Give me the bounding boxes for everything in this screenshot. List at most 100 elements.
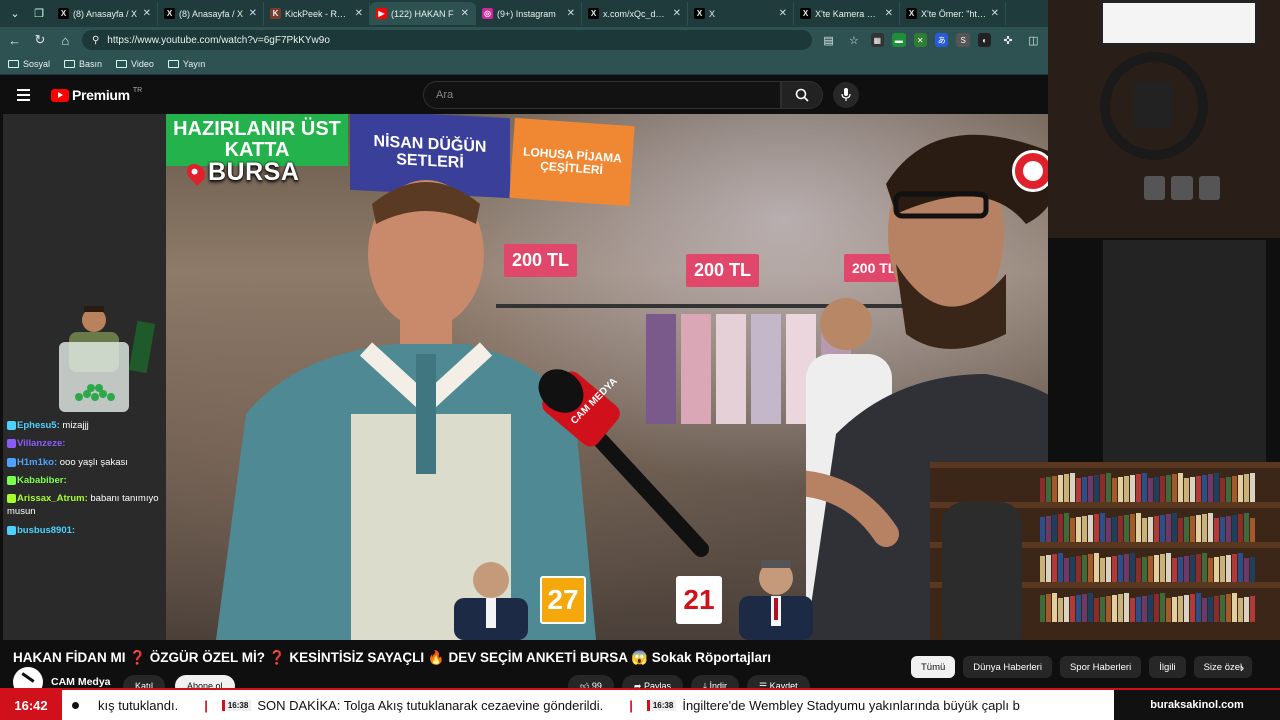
ticker-separator: | <box>629 697 633 713</box>
ticker-item-text: İngiltere'de Wembley Stadyumu yakınların… <box>682 697 1020 713</box>
location-text: BURSA <box>208 158 300 186</box>
browser-tab[interactable]: X X ✕ <box>688 2 794 25</box>
folder-icon <box>167 59 179 68</box>
extension-icon[interactable]: ✕ <box>913 33 927 47</box>
chevron-right-icon[interactable]: › <box>1231 656 1253 678</box>
browser-tab[interactable]: ◎ (9+) Instagram ✕ <box>476 2 582 25</box>
video-info: HAKAN FİDAN MI ❓ ÖZGÜR ÖZEL Mİ? ❓ KESİNT… <box>3 640 1280 697</box>
chat-badge-icon <box>7 439 16 449</box>
tab-menu-icon[interactable]: ⌄ <box>4 4 26 24</box>
menu-icon[interactable] <box>3 76 43 114</box>
ticker-item-text: kış tutuklandı. <box>98 697 179 713</box>
chat-message: H1m1ko: ooo yaşlı şakası <box>7 456 167 469</box>
bookmark-folder[interactable]: Yayın <box>167 59 205 69</box>
close-icon[interactable]: ✕ <box>143 8 151 19</box>
pedals <box>1144 176 1220 200</box>
folder-icon <box>8 59 19 68</box>
extension-icon[interactable]: ▬ <box>892 33 906 47</box>
chat-message: busbus8901: <box>7 524 167 537</box>
chat-message: Arissax_Atrum: babanı tanımıyo musun <box>7 492 167 519</box>
reader-icon[interactable]: ▤ <box>820 31 837 49</box>
chat-username[interactable]: Ephesu5: <box>17 420 60 431</box>
monitor <box>1100 0 1258 46</box>
browser-tab[interactable]: X (8) Anasayfa / X ✕ <box>158 2 264 25</box>
extension-icon[interactable]: S <box>956 33 970 47</box>
filter-chip[interactable]: Tümü <box>911 656 956 678</box>
bookmark-folder[interactable]: Basın <box>64 59 102 69</box>
browser-tab[interactable]: K KickPeek - Real-time ✕ <box>264 2 370 25</box>
workspaces-icon[interactable]: ❐ <box>28 4 50 24</box>
browser-tab[interactable]: X X'te Ömer: "https:// ✕ <box>900 2 1006 25</box>
folder-icon <box>116 59 128 68</box>
browser-tab[interactable]: X (8) Anasayfa / X ✕ <box>52 2 158 25</box>
candidate-left-portrait <box>454 562 528 640</box>
chat-badge-icon <box>7 525 16 535</box>
streamer-avatar <box>59 306 156 412</box>
chat-badge-icon <box>7 494 16 504</box>
close-icon[interactable]: ✕ <box>991 8 999 19</box>
browser-tab[interactable]: ▶ (122) HAKAN F ✕ <box>370 2 476 25</box>
video-player[interactable]: HAZIRLANIR ÜST KATTA NİSAN DÜĞÜN SETLERİ… <box>166 114 1048 640</box>
url-field[interactable]: ⚲ https://www.youtube.com/watch?v=6gF7Pk… <box>81 30 812 50</box>
extension-icon[interactable]: ▦ <box>870 33 885 47</box>
close-icon[interactable]: ✕ <box>461 8 469 19</box>
channel-name[interactable]: CAM Medya <box>51 676 111 688</box>
favorite-star-icon[interactable]: ☆ <box>845 31 862 49</box>
extension-icon[interactable]: ◐ <box>977 33 992 47</box>
search-placeholder: Ara <box>436 89 454 101</box>
related-filter-chips: Tümü Dünya Haberleri Spor Haberleri İlgili S… <box>911 656 1253 678</box>
filter-chip[interactable]: Spor Haberleri <box>1059 656 1142 678</box>
chat-username[interactable]: Villanzeze: <box>17 438 65 449</box>
site-info-icon[interactable]: ⚲ <box>92 35 99 46</box>
reload-icon[interactable]: ↻ <box>31 31 48 49</box>
channel-watermark-logo <box>1012 150 1048 192</box>
extensions-puzzle-icon[interactable]: ✜ <box>999 31 1016 49</box>
screen: ⌄ ❐ X (8) Anasayfa / X ✕ X (8) Anasayfa / X ✕… <box>0 0 1280 720</box>
room-webcam <box>930 462 1280 640</box>
favicon-icon: X <box>58 8 69 19</box>
close-icon[interactable]: ✕ <box>885 8 893 19</box>
news-ticker: 16:42 kış tutuklandı. | 16:38 SON DAKİKA: T… <box>0 688 1280 720</box>
chat-username[interactable]: busbus8901: <box>17 525 75 536</box>
filter-chip[interactable]: İlgili <box>1149 656 1186 678</box>
youtube-play-icon <box>51 88 69 102</box>
search-input[interactable]: Ara <box>423 81 781 109</box>
ticker-clock: 16:42 <box>0 690 62 720</box>
bookmark-folder[interactable]: Video <box>116 59 154 69</box>
address-bar-row: ← ↻ ⌂ ⚲ https://www.youtube.com/watch?v=… <box>0 27 1048 53</box>
extension-icon[interactable]: あ <box>934 33 949 47</box>
bookmark-folder[interactable]: Sosyal <box>8 59 50 69</box>
chat-panel: Ephesu5: mizajjj Villanzeze: H1m1ko: ooo … <box>7 419 167 542</box>
folder-icon <box>64 59 76 68</box>
bookmarks-bar: Sosyal Basın Video Yayın <box>0 53 1048 75</box>
mic-icon <box>841 88 851 101</box>
chat-message: Villanzeze: <box>7 437 167 450</box>
ticker-dot-icon <box>62 690 88 720</box>
search-icon <box>795 88 809 102</box>
browser-tab[interactable]: Xx.com/xQc_dailyy/st ✕ <box>582 2 688 25</box>
price-tag: 200 TL <box>686 254 760 287</box>
browser-tab[interactable]: X X'te Kamera Kaydı: (✕ <box>794 2 900 25</box>
chat-username[interactable]: H1m1ko: <box>17 457 57 468</box>
chat-username[interactable]: Arissax_Atrum: <box>17 493 88 504</box>
back-icon[interactable]: ← <box>6 31 23 49</box>
chat-username[interactable]: Kababiber: <box>17 475 67 486</box>
close-icon[interactable]: ✕ <box>355 8 363 19</box>
filter-chip[interactable]: Dünya Haberleri <box>963 656 1052 678</box>
home-icon[interactable]: ⌂ <box>57 31 74 49</box>
tab-bar: ⌄ ❐ X (8) Anasayfa / X ✕ X (8) Anasayfa / X ✕… <box>0 0 1048 27</box>
chat-message: Ephesu5: mizajjj <box>7 419 167 432</box>
youtube-logo[interactable]: Premium TR <box>51 87 142 103</box>
wheel-webcam <box>1048 0 1280 238</box>
voice-search-button[interactable] <box>833 82 859 108</box>
url-text: https://www.youtube.com/watch?v=6gF7PkKY… <box>107 34 330 46</box>
close-icon[interactable]: ✕ <box>567 8 575 19</box>
close-icon[interactable]: ✕ <box>673 8 681 19</box>
books <box>1040 592 1255 622</box>
close-icon[interactable]: ✕ <box>249 8 257 19</box>
split-view-icon[interactable]: ◫ <box>1025 31 1042 49</box>
search-button[interactable] <box>781 81 823 109</box>
microphone: CAM MEDYA <box>538 369 709 557</box>
close-icon[interactable]: ✕ <box>779 8 787 19</box>
chat-text: mizajjj <box>62 420 89 431</box>
